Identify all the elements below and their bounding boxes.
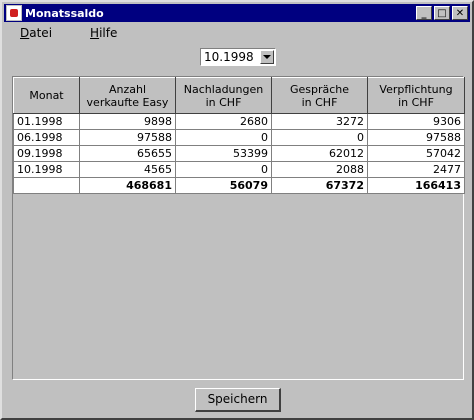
cell-gespraeche[interactable]: 2088 <box>271 161 368 178</box>
cell-gespraeche[interactable]: 0 <box>271 129 368 146</box>
saldo-table: Monat Anzahl verkaufte Easy Nachladungen i… <box>12 76 465 380</box>
menu-datei-label: atei <box>29 26 53 40</box>
month-select[interactable]: 10.1998 <box>200 48 276 66</box>
cell-verpflichtung[interactable]: 97588 <box>367 129 465 146</box>
menu-datei[interactable]: Datei <box>12 26 60 40</box>
cell-verpflichtung[interactable]: 9306 <box>367 113 465 130</box>
cell-monat[interactable]: 09.1998 <box>13 145 80 162</box>
menu-datei-mnemonic: D <box>20 26 30 40</box>
maximize-icon[interactable]: □ <box>434 6 450 20</box>
cell-nachladungen[interactable]: 0 <box>175 161 272 178</box>
cell-monat[interactable]: 01.1998 <box>13 113 80 130</box>
cell-total-gespraeche[interactable]: 67372 <box>271 177 368 194</box>
menu-hilfe-label: ilfe <box>99 26 118 40</box>
table-row[interactable]: 09.1998 65655 53399 62012 57042 <box>13 145 465 162</box>
table-row[interactable]: 10.1998 4565 0 2088 2477 <box>13 161 465 178</box>
cell-total-anzahl[interactable]: 468681 <box>79 177 176 194</box>
title-bar[interactable]: Monatssaldo _ □ ✕ <box>4 4 470 22</box>
cell-monat[interactable]: 06.1998 <box>13 129 80 146</box>
column-header-nachladungen[interactable]: Nachladungen in CHF <box>175 77 272 114</box>
cell-gespraeche[interactable]: 62012 <box>271 145 368 162</box>
cell-anzahl[interactable]: 9898 <box>79 113 176 130</box>
monatssaldo-window: Monatssaldo _ □ ✕ Datei Hilfe 10.1998 Mo… <box>0 0 474 420</box>
cell-gespraeche[interactable]: 3272 <box>271 113 368 130</box>
cell-verpflichtung[interactable]: 2477 <box>367 161 465 178</box>
table-row[interactable]: 06.1998 97588 0 0 97588 <box>13 129 465 146</box>
menu-bar: Datei Hilfe <box>4 24 470 42</box>
column-header-verpflichtung[interactable]: Verpflichtung in CHF <box>367 77 465 114</box>
cell-total-nachladungen[interactable]: 56079 <box>175 177 272 194</box>
cell-nachladungen[interactable]: 0 <box>175 129 272 146</box>
table-row[interactable]: 01.1998 9898 2680 3272 9306 <box>13 113 465 130</box>
column-header-monat[interactable]: Monat <box>13 77 80 114</box>
column-header-gespraeche[interactable]: Gespräche in CHF <box>271 77 368 114</box>
table-header-row: Monat Anzahl verkaufte Easy Nachladungen i… <box>13 77 465 114</box>
cell-anzahl[interactable]: 4565 <box>79 161 176 178</box>
close-icon[interactable]: ✕ <box>452 6 468 20</box>
column-header-anzahl[interactable]: Anzahl verkaufte Easy <box>79 77 176 114</box>
cell-total-monat[interactable] <box>13 177 80 194</box>
cell-nachladungen[interactable]: 53399 <box>175 145 272 162</box>
chevron-down-icon <box>263 55 271 59</box>
dropdown-button[interactable] <box>260 50 274 64</box>
cell-monat[interactable]: 10.1998 <box>13 161 80 178</box>
cell-verpflichtung[interactable]: 57042 <box>367 145 465 162</box>
app-icon <box>6 5 22 21</box>
save-button[interactable]: Speichern <box>195 388 281 412</box>
menu-hilfe-mnemonic: H <box>90 26 100 40</box>
cell-total-verpflichtung[interactable]: 166413 <box>367 177 465 194</box>
cell-anzahl[interactable]: 97588 <box>79 129 176 146</box>
menu-hilfe[interactable]: Hilfe <box>82 26 125 40</box>
totals-row[interactable]: 468681 56079 67372 166413 <box>13 177 465 194</box>
minimize-icon[interactable]: _ <box>416 6 432 20</box>
window-title: Monatssaldo <box>25 6 104 20</box>
month-select-value: 10.1998 <box>204 50 254 64</box>
cell-anzahl[interactable]: 65655 <box>79 145 176 162</box>
cell-nachladungen[interactable]: 2680 <box>175 113 272 130</box>
